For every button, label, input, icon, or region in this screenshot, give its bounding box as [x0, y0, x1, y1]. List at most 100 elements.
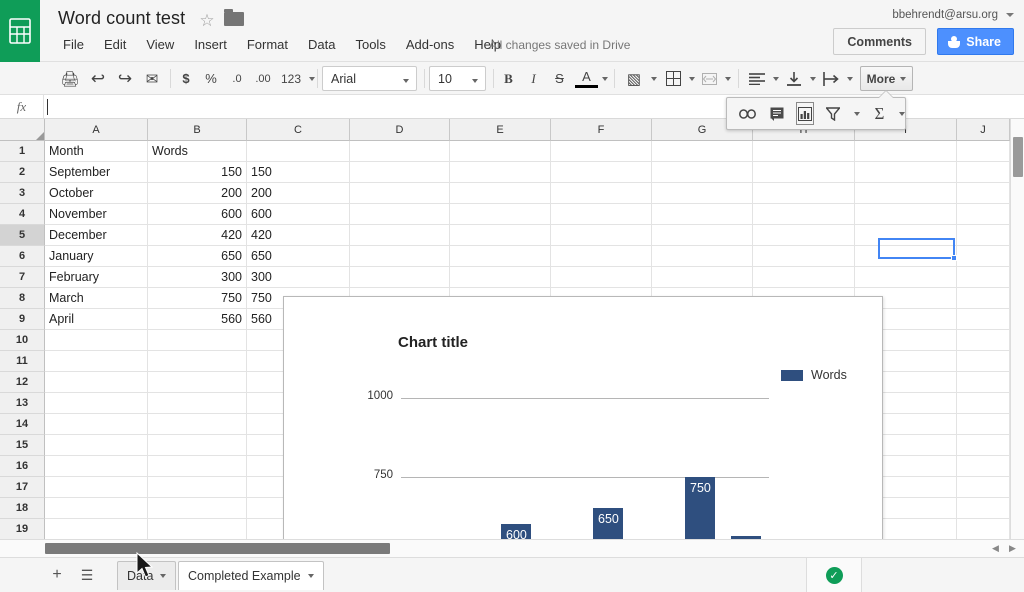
- cell-J3[interactable]: [957, 183, 1010, 204]
- scroll-right-icon[interactable]: ▶: [1006, 542, 1019, 555]
- cell-A14[interactable]: [45, 414, 148, 435]
- text-color-button[interactable]: A: [575, 68, 598, 88]
- insert-chart-icon[interactable]: [796, 102, 814, 125]
- chevron-down-icon[interactable]: [307, 574, 314, 578]
- cell-J6[interactable]: [957, 246, 1010, 267]
- folder-icon[interactable]: [224, 9, 244, 28]
- row-header-14[interactable]: 14: [0, 414, 45, 435]
- cell-H3[interactable]: [753, 183, 855, 204]
- column-header-a[interactable]: A: [45, 119, 148, 141]
- cell-G5[interactable]: [652, 225, 753, 246]
- cell-A10[interactable]: [45, 330, 148, 351]
- function-icon[interactable]: fx: [0, 95, 44, 118]
- account-email[interactable]: bbehrendt@arsu.org: [892, 9, 998, 21]
- comments-button[interactable]: Comments: [833, 28, 926, 55]
- cell-E7[interactable]: [450, 267, 551, 288]
- all-sheets-button[interactable]: ☰: [74, 563, 100, 587]
- row-header-1[interactable]: 1: [0, 141, 45, 162]
- cell-G4[interactable]: [652, 204, 753, 225]
- menu-item-format[interactable]: Format: [237, 35, 298, 54]
- decrease-decimal-button[interactable]: .0: [224, 65, 250, 92]
- undo-icon[interactable]: ↩: [85, 65, 111, 92]
- cell-B15[interactable]: [148, 435, 247, 456]
- text-wrap-icon[interactable]: [819, 65, 843, 92]
- column-header-e[interactable]: E: [450, 119, 551, 141]
- cell-A13[interactable]: [45, 393, 148, 414]
- cell-J18[interactable]: [957, 498, 1010, 519]
- cell-G2[interactable]: [652, 162, 753, 183]
- menu-item-view[interactable]: View: [136, 35, 184, 54]
- chevron-down-icon[interactable]: [899, 104, 905, 123]
- functions-sum-icon[interactable]: Σ: [874, 104, 885, 123]
- cell-B2[interactable]: 150: [148, 162, 247, 183]
- cell-I3[interactable]: [855, 183, 957, 204]
- row-header-11[interactable]: 11: [0, 351, 45, 372]
- cell-E4[interactable]: [450, 204, 551, 225]
- cell-F7[interactable]: [551, 267, 652, 288]
- document-title[interactable]: Word count test: [58, 8, 185, 29]
- cell-G6[interactable]: [652, 246, 753, 267]
- menu-item-add-ons[interactable]: Add-ons: [396, 35, 464, 54]
- cell-D5[interactable]: [350, 225, 450, 246]
- cell-B17[interactable]: [148, 477, 247, 498]
- cell-A6[interactable]: January: [45, 246, 148, 267]
- cell-I1[interactable]: [855, 141, 957, 162]
- chevron-down-icon[interactable]: [806, 65, 819, 92]
- increase-decimal-button[interactable]: .00: [250, 65, 276, 92]
- row-header-10[interactable]: 10: [0, 330, 45, 351]
- cell-B8[interactable]: 750: [148, 288, 247, 309]
- cell-C7[interactable]: 300: [247, 267, 350, 288]
- add-sheet-button[interactable]: +: [44, 563, 70, 587]
- row-header-3[interactable]: 3: [0, 183, 45, 204]
- cell-A16[interactable]: [45, 456, 148, 477]
- cell-F5[interactable]: [551, 225, 652, 246]
- insert-comment-icon[interactable]: [770, 104, 784, 123]
- cell-A8[interactable]: March: [45, 288, 148, 309]
- number-format-button[interactable]: 123: [276, 65, 306, 92]
- cell-B4[interactable]: 600: [148, 204, 247, 225]
- cell-J9[interactable]: [957, 309, 1010, 330]
- cell-A7[interactable]: February: [45, 267, 148, 288]
- selection-fill-handle[interactable]: [951, 255, 957, 261]
- embedded-chart[interactable]: Chart title 02505007501000150September20…: [283, 296, 883, 539]
- cell-G3[interactable]: [652, 183, 753, 204]
- cell-B1[interactable]: Words: [148, 141, 247, 162]
- more-toolbar-button[interactable]: More: [860, 66, 913, 91]
- cell-D6[interactable]: [350, 246, 450, 267]
- cell-G1[interactable]: [652, 141, 753, 162]
- chevron-down-icon[interactable]: [843, 65, 856, 92]
- cell-E2[interactable]: [450, 162, 551, 183]
- sheets-logo-icon[interactable]: [0, 0, 40, 62]
- filter-icon[interactable]: [826, 104, 840, 123]
- cell-B14[interactable]: [148, 414, 247, 435]
- cell-J1[interactable]: [957, 141, 1010, 162]
- cell-D2[interactable]: [350, 162, 450, 183]
- italic-button[interactable]: I: [522, 65, 545, 92]
- chevron-down-icon[interactable]: [769, 65, 782, 92]
- cell-J10[interactable]: [957, 330, 1010, 351]
- cell-H5[interactable]: [753, 225, 855, 246]
- vertical-scrollbar[interactable]: [1010, 119, 1024, 539]
- cell-A5[interactable]: December: [45, 225, 148, 246]
- cell-J8[interactable]: [957, 288, 1010, 309]
- borders-grid-icon[interactable]: [661, 65, 685, 92]
- star-outline-icon[interactable]: ☆: [198, 12, 216, 30]
- cell-A17[interactable]: [45, 477, 148, 498]
- row-header-17[interactable]: 17: [0, 477, 45, 498]
- menu-item-insert[interactable]: Insert: [184, 35, 237, 54]
- cell-B19[interactable]: [148, 519, 247, 539]
- cell-E6[interactable]: [450, 246, 551, 267]
- cell-B6[interactable]: 650: [148, 246, 247, 267]
- cell-B3[interactable]: 200: [148, 183, 247, 204]
- vertical-scrollbar-thumb[interactable]: [1013, 137, 1023, 177]
- row-header-19[interactable]: 19: [0, 519, 45, 539]
- cell-G7[interactable]: [652, 267, 753, 288]
- cell-B16[interactable]: [148, 456, 247, 477]
- explore-button[interactable]: ✓: [806, 558, 862, 592]
- cell-C4[interactable]: 600: [247, 204, 350, 225]
- cell-B9[interactable]: 560: [148, 309, 247, 330]
- chart-bar-april[interactable]: [731, 536, 761, 539]
- percent-format-button[interactable]: %: [199, 65, 223, 92]
- cell-J11[interactable]: [957, 351, 1010, 372]
- cell-I2[interactable]: [855, 162, 957, 183]
